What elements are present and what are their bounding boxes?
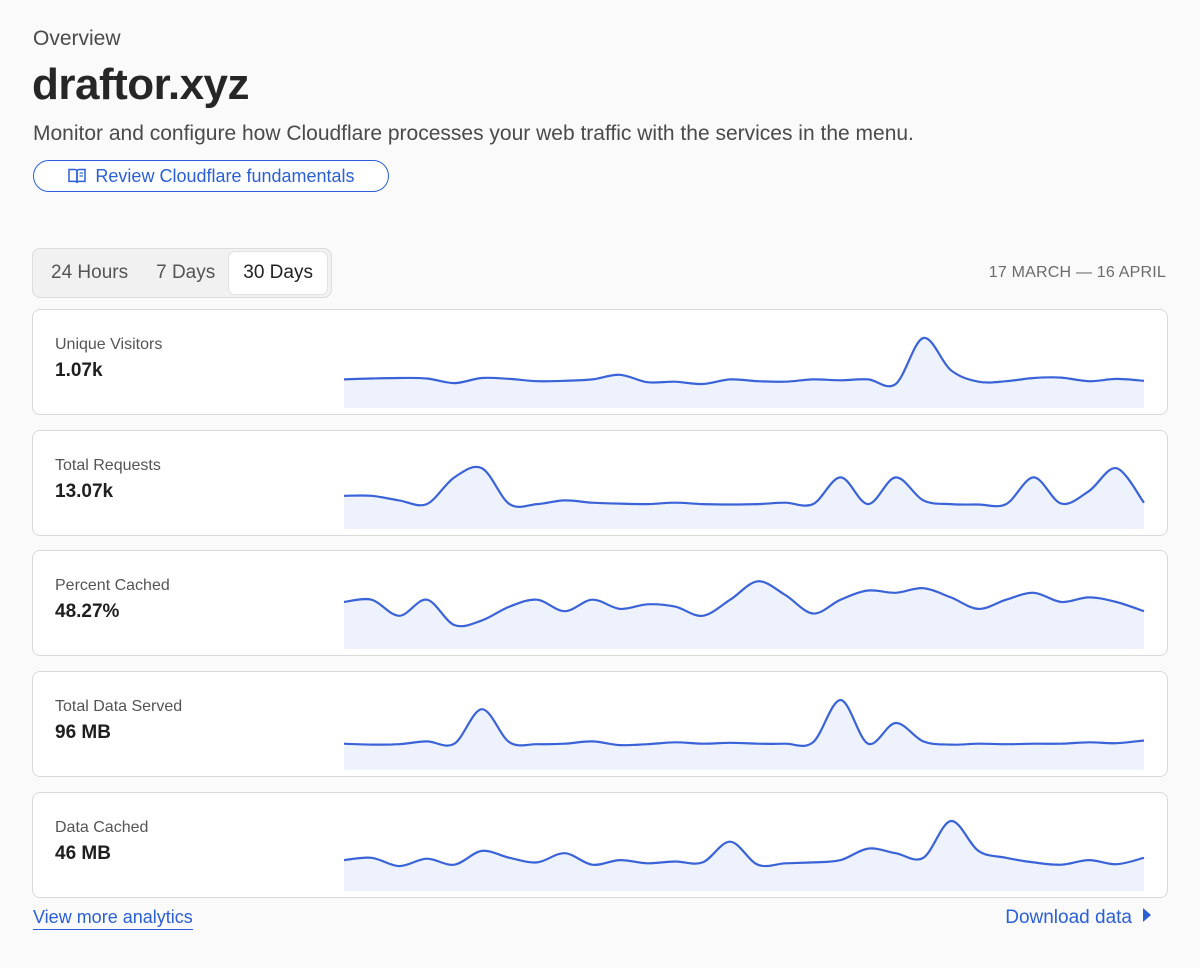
sparkline-chart <box>343 698 1145 770</box>
sparkline-chart <box>343 580 1145 649</box>
page-eyebrow: Overview <box>33 27 121 50</box>
metric-label: Total Requests <box>55 457 161 474</box>
page-title: draftor.xyz <box>32 60 250 109</box>
sparkline-area <box>344 820 1144 891</box>
book-icon <box>67 167 87 185</box>
page-description: Monitor and configure how Cloudflare pro… <box>33 122 914 145</box>
review-fundamentals-button[interactable]: Review Cloudflare fundamentals <box>33 160 389 192</box>
metric-card-percent-cached[interactable]: Percent Cached 48.27% <box>32 550 1168 656</box>
download-data-label: Download data <box>1005 907 1132 928</box>
view-more-analytics-link[interactable]: View more analytics <box>33 907 193 930</box>
metric-card-total-requests[interactable]: Total Requests 13.07k <box>32 430 1168 536</box>
overview-page: Overview draftor.xyz Monitor and configu… <box>0 0 1200 968</box>
metric-value: 48.27% <box>55 601 120 622</box>
review-fundamentals-label: Review Cloudflare fundamentals <box>95 165 355 186</box>
tab-30-days[interactable]: 30 Days <box>229 252 327 294</box>
date-range: 17 MARCH — 16 APRIL <box>988 264 1166 281</box>
sparkline-area <box>344 699 1144 770</box>
sparkline-area <box>344 337 1144 408</box>
metric-card-total-data-served[interactable]: Total Data Served 96 MB <box>32 671 1168 777</box>
caret-right-icon <box>1142 907 1152 929</box>
sparkline-line <box>343 336 1145 388</box>
metric-card-unique-visitors[interactable]: Unique Visitors 1.07k <box>32 309 1168 415</box>
metric-value: 46 MB <box>55 843 111 864</box>
tab-7-days[interactable]: 7 Days <box>142 252 229 294</box>
sparkline-chart <box>343 465 1145 529</box>
metric-value: 1.07k <box>55 360 103 381</box>
metric-value: 13.07k <box>55 481 114 502</box>
download-data-button[interactable]: Download data <box>1005 907 1152 929</box>
sparkline-area <box>344 466 1144 529</box>
metric-card-data-cached[interactable]: Data Cached 46 MB <box>32 792 1168 898</box>
sparkline-chart <box>343 336 1145 408</box>
metric-label: Percent Cached <box>55 577 170 594</box>
tab-24-hours[interactable]: 24 Hours <box>37 252 142 294</box>
time-range-tabs: 24 Hours 7 Days 30 Days <box>32 248 332 298</box>
metric-label: Unique Visitors <box>55 336 163 353</box>
metric-value: 96 MB <box>55 722 111 743</box>
metric-label: Data Cached <box>55 819 149 836</box>
sparkline-chart <box>343 819 1145 891</box>
metric-label: Total Data Served <box>55 698 183 715</box>
sparkline-area <box>344 581 1144 649</box>
